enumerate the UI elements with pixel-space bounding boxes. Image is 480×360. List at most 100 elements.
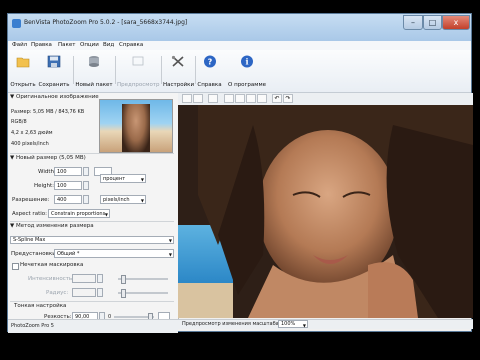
fine-tune-label: Тонкая настройка (14, 303, 67, 309)
presets-select[interactable]: Общий * ▼ (54, 249, 174, 258)
preview-label: Предпросмотр (117, 82, 160, 88)
chevron-down-icon: ▼ (104, 212, 108, 217)
height-label: Height: (34, 183, 55, 189)
aspect-ratio-select[interactable]: Constrain proportions ▼ (48, 209, 110, 218)
resolution-spinner[interactable] (83, 195, 89, 204)
about-button[interactable]: i О программе (225, 53, 269, 89)
rotate-right-icon[interactable]: ↷ (283, 94, 293, 103)
app-window: BenVista PhotoZoom Pro 5.0.2 - [sara_566… (7, 13, 473, 333)
before-after-button[interactable] (257, 94, 267, 103)
chevron-down-icon: ▼ (168, 252, 172, 257)
original-image-title: Оригинальное изображение (15, 94, 99, 100)
intensity-label: Интенсивность: (28, 276, 75, 282)
preview-button[interactable]: Предпросмотр (117, 53, 160, 89)
save-label: Сохранить (38, 82, 70, 88)
split-view-button[interactable] (224, 94, 234, 103)
title-bar[interactable]: BenVista PhotoZoom Pro 5.0.2 - [sara_566… (8, 14, 471, 41)
new-size-header[interactable]: ▼ Новый размер (5,05 MB) (10, 155, 86, 161)
toolbar-separator (73, 56, 74, 84)
open-label: Открыть (10, 82, 36, 88)
unsharp-mask-label: Нечеткая маскировка (20, 262, 84, 268)
presets-label: Предустановки: (11, 251, 58, 257)
presets-value: Общий * (57, 251, 80, 257)
window-title: BenVista PhotoZoom Pro 5.0.2 - [sara_566… (24, 19, 188, 26)
menu-view[interactable]: Вид (103, 42, 114, 48)
preview-icon (132, 56, 144, 66)
new-batch-button[interactable]: Новый пакет (75, 53, 113, 89)
crop-tool-button[interactable] (208, 94, 218, 103)
size-unit-select[interactable]: процент ▼ (100, 174, 146, 183)
zoom-tool-button[interactable] (193, 94, 203, 103)
radius-label: Радиус: (46, 290, 69, 296)
side-by-side-button[interactable] (246, 94, 256, 103)
radius-input[interactable] (72, 288, 96, 297)
algorithm-select[interactable]: S-Spline Max ▼ (10, 236, 174, 244)
rotate-left-icon[interactable]: ↶ (272, 94, 282, 103)
chevron-down-icon: ▼ (140, 198, 144, 203)
resolution-label: Разрешение: (12, 197, 50, 203)
chevron-down-icon: ▼ (168, 238, 172, 243)
intensity-slider-handle[interactable] (121, 275, 126, 284)
menu-help[interactable]: Справка (119, 42, 143, 48)
height-spinner[interactable] (83, 181, 89, 190)
algorithm-value: S-Spline Max (13, 237, 46, 243)
image-preview[interactable] (178, 105, 473, 318)
original-thumbnail[interactable] (99, 99, 173, 153)
toolbar-separator (195, 56, 196, 84)
hand-tool-button[interactable] (182, 94, 192, 103)
divider (10, 153, 174, 154)
maximize-button[interactable]: □ (423, 15, 442, 30)
method-header[interactable]: ▼ Метод изменения размера (10, 223, 94, 229)
width-spinner[interactable] (83, 167, 89, 176)
tools-icon (171, 55, 184, 67)
resolution-unit-select[interactable]: pixels/inch ▼ (100, 195, 146, 204)
menu-file[interactable]: Файл (12, 42, 27, 48)
settings-label: Настройки (163, 82, 195, 88)
radius-slider-handle[interactable] (121, 289, 126, 298)
resolution-unit-value: pixels/inch (103, 197, 130, 203)
menu-bar: Файл Правка Пакет Опции Вид Справка (8, 41, 471, 50)
open-button[interactable]: Открыть (10, 53, 36, 89)
preview-photo (178, 105, 473, 318)
height-input[interactable]: 100 (54, 181, 82, 190)
original-image-header[interactable]: ▼ Оригинальное изображение (10, 94, 99, 100)
menu-options[interactable]: Опции (80, 42, 99, 48)
menu-edit[interactable]: Правка (31, 42, 52, 48)
original-mode: RGB/8 (11, 119, 27, 125)
method-title: Метод изменения размера (15, 223, 94, 229)
original-resolution: 400 pixels/inch (11, 141, 49, 147)
original-size: Размер: 5,05 MB / 843,76 KB (11, 109, 85, 115)
toolbar-separator (115, 56, 116, 84)
chevron-down-icon: ▼ (140, 177, 144, 182)
floppy-icon (47, 55, 61, 68)
radius-spinner[interactable] (97, 288, 103, 297)
divider (10, 221, 174, 222)
original-dimensions: 4,2 x 2,63 дюйм (11, 130, 53, 136)
chevron-down-icon: ▼ (302, 323, 306, 328)
size-unit-value: процент (103, 176, 126, 182)
app-icon (12, 19, 21, 28)
toolbar: Открыть Сохранить Новый пакет Предпросмо… (8, 50, 471, 93)
save-button[interactable]: Сохранить (37, 53, 71, 89)
status-app-name: PhotoZoom Pro 5 (11, 323, 54, 329)
unsharp-mask-checkbox[interactable] (12, 263, 19, 270)
toolbar-separator (161, 56, 162, 84)
intensity-input[interactable] (72, 274, 96, 283)
preview-zoom-label: Предпросмотр изменения масштаба (182, 321, 279, 327)
help-button[interactable]: ? Справка (197, 53, 222, 89)
status-bar: PhotoZoom Pro 5 (8, 319, 178, 333)
width-input[interactable]: 100 (54, 167, 82, 176)
single-view-button[interactable] (235, 94, 245, 103)
settings-button[interactable]: Настройки (163, 53, 195, 89)
menu-batch[interactable]: Пакет (58, 42, 75, 48)
minimize-button[interactable]: – (403, 15, 423, 30)
about-label: О программе (228, 82, 266, 88)
svg-text:?: ? (207, 58, 212, 67)
batch-icon (89, 56, 99, 67)
intensity-spinner[interactable] (97, 274, 103, 283)
zoom-select[interactable]: 100% ▼ (278, 320, 308, 328)
info-icon: i (241, 55, 253, 68)
close-button[interactable]: x (442, 15, 470, 30)
resolution-input[interactable]: 400 (54, 195, 82, 204)
new-size-title: Новый размер (5,05 MB) (15, 155, 86, 161)
